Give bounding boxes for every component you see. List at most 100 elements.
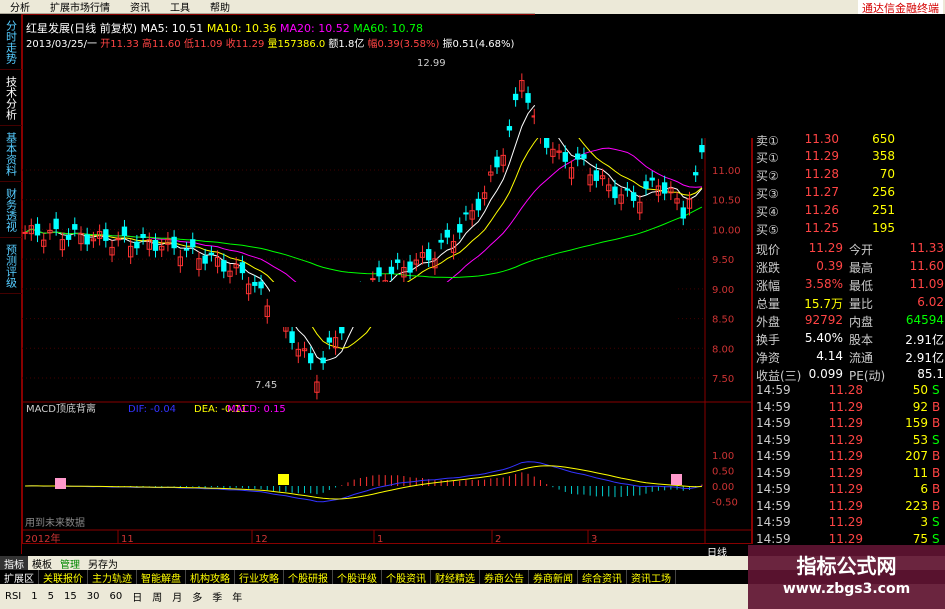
candle-body (289, 331, 295, 343)
bar-volume: 量157386.0 (267, 39, 326, 50)
tab-manage[interactable]: 管理 (56, 556, 84, 571)
info-link[interactable]: 资讯工场 (627, 569, 676, 585)
period-button[interactable]: 季 (207, 589, 227, 604)
period-button[interactable]: 月 (167, 589, 187, 604)
ask-row: 卖① 11.30 650 (753, 132, 945, 149)
price-tick-label: 7.50 (712, 374, 734, 385)
info-link[interactable]: 主力轨迹 (88, 569, 137, 585)
menu-tools[interactable]: 工具 (160, 0, 200, 14)
info-link[interactable]: 行业攻略 (235, 569, 284, 585)
tab-save-as[interactable]: 另存为 (84, 556, 122, 571)
candle-body (115, 238, 121, 241)
info-link[interactable]: 券商新闻 (529, 569, 578, 585)
candle-body (463, 212, 469, 215)
candle-body (475, 198, 482, 211)
bid-price: 11.25 (804, 221, 839, 235)
period-button[interactable]: 1 (26, 591, 42, 602)
stat-value: 85.1 (917, 367, 944, 381)
info-link[interactable]: 关联报价 (39, 569, 88, 585)
period-button[interactable]: RSI (0, 591, 26, 602)
tick-price: 11.29 (828, 416, 863, 430)
menu-help[interactable]: 帮助 (200, 0, 240, 14)
stat-label: 今开 (849, 243, 874, 257)
candle-body (53, 218, 59, 230)
candle-body (370, 278, 376, 281)
tick-side: B (932, 465, 941, 480)
price-tick-label: 9.50 (712, 255, 734, 266)
info-link[interactable]: 财经精选 (431, 569, 480, 585)
bid-row: 买① 11.29 358 (753, 149, 945, 166)
candle-body (208, 252, 215, 255)
tick-volume: 53 (912, 432, 928, 447)
ma60-line (24, 206, 703, 279)
stat-value: 4.14 (816, 349, 843, 363)
candle-body (22, 231, 28, 234)
menu-analysis[interactable]: 分析 (0, 0, 40, 14)
period-button[interactable]: 多 (187, 589, 207, 604)
bid-label: 买⑤ (756, 223, 779, 237)
tab-intraday[interactable]: 分时走势 (0, 14, 22, 70)
period-button[interactable]: 5 (43, 591, 59, 602)
info-link[interactable]: 个股研报 (284, 569, 333, 585)
info-link[interactable]: 券商公告 (480, 569, 529, 585)
menu-extended-market[interactable]: 扩展市场行情 (40, 0, 120, 14)
candle-body (134, 241, 140, 249)
tick-row: 14:59 11.29 92 B (753, 400, 945, 417)
info-link[interactable]: 智能解盘 (137, 569, 186, 585)
tick-side: B (932, 416, 941, 430)
stat-label: 股本 (849, 333, 874, 347)
period-button[interactable]: 15 (59, 591, 82, 602)
tab-finance[interactable]: 财务透视 (0, 182, 22, 238)
candle-body (221, 260, 227, 272)
indicator-title: MACD顶底背离 (26, 402, 96, 415)
ma20-value: MA20: 10.52 (280, 22, 350, 35)
bid-volume: 195 (872, 221, 895, 235)
tick-price: 11.29 (828, 515, 863, 529)
info-link[interactable]: 个股资讯 (382, 569, 431, 585)
tick-row: 14:59 11.29 53 S (753, 433, 945, 450)
tab-technical[interactable]: 技术分析 (0, 70, 22, 126)
period-button[interactable]: 30 (82, 591, 105, 602)
info-link[interactable]: 扩展区 (0, 569, 39, 585)
tab-rating[interactable]: 预测评级 (0, 238, 22, 294)
quote-panel: 卖① 11.30 650 买① 11.29 358 买② 11.28 70 买③ 1… (752, 132, 945, 554)
stat-value: 0.39 (816, 259, 843, 273)
tick-price: 11.28 (828, 383, 863, 397)
tick-side: S (932, 432, 940, 447)
stat-value: 2.91亿 (905, 333, 944, 347)
menu-news[interactable]: 资讯 (120, 0, 160, 14)
period-button[interactable]: 周 (147, 589, 167, 604)
candle-body (190, 239, 196, 248)
stat-label: 内盘 (849, 315, 874, 329)
tick-row: 14:59 11.29 223 B (753, 499, 945, 516)
candle-body (649, 177, 655, 181)
price-tick-label: 9.00 (712, 285, 734, 296)
bar-open: 开11.33 (100, 39, 139, 50)
candle-body (525, 93, 531, 103)
period-button[interactable]: 年 (227, 589, 247, 604)
stat-value: 92792 (804, 313, 843, 327)
stat-value: 11.33 (909, 241, 944, 255)
period-button[interactable]: 日 (127, 589, 147, 604)
tab-basic-info[interactable]: 基本资料 (0, 126, 22, 182)
stat-label: 流通 (849, 351, 874, 365)
period-button[interactable]: 60 (104, 591, 127, 602)
tick-row: 14:59 11.29 3 S (753, 515, 945, 532)
candle-body (72, 224, 78, 230)
tick-volume: 159 (905, 416, 928, 430)
bid-row: 买④ 11.26 251 (753, 203, 945, 220)
tab-indicator[interactable]: 指标 (0, 555, 28, 571)
price-tick-label: 8.00 (712, 344, 734, 355)
stat-label: 总量 (756, 297, 781, 311)
macd-tick-label: 0.00 (712, 482, 734, 493)
info-link[interactable]: 个股评级 (333, 569, 382, 585)
high-annotation: 12.99 (417, 58, 446, 69)
info-link[interactable]: 机构攻略 (186, 569, 235, 585)
tab-template[interactable]: 模板 (28, 556, 56, 571)
stat-row: 总量 15.7万 量比 6.02 (753, 295, 945, 312)
tick-price: 11.29 (828, 482, 863, 496)
candle-body (252, 281, 258, 286)
stat-label: 涨跌 (756, 261, 781, 275)
info-link[interactable]: 综合资讯 (578, 569, 627, 585)
tick-price: 11.29 (828, 432, 863, 447)
